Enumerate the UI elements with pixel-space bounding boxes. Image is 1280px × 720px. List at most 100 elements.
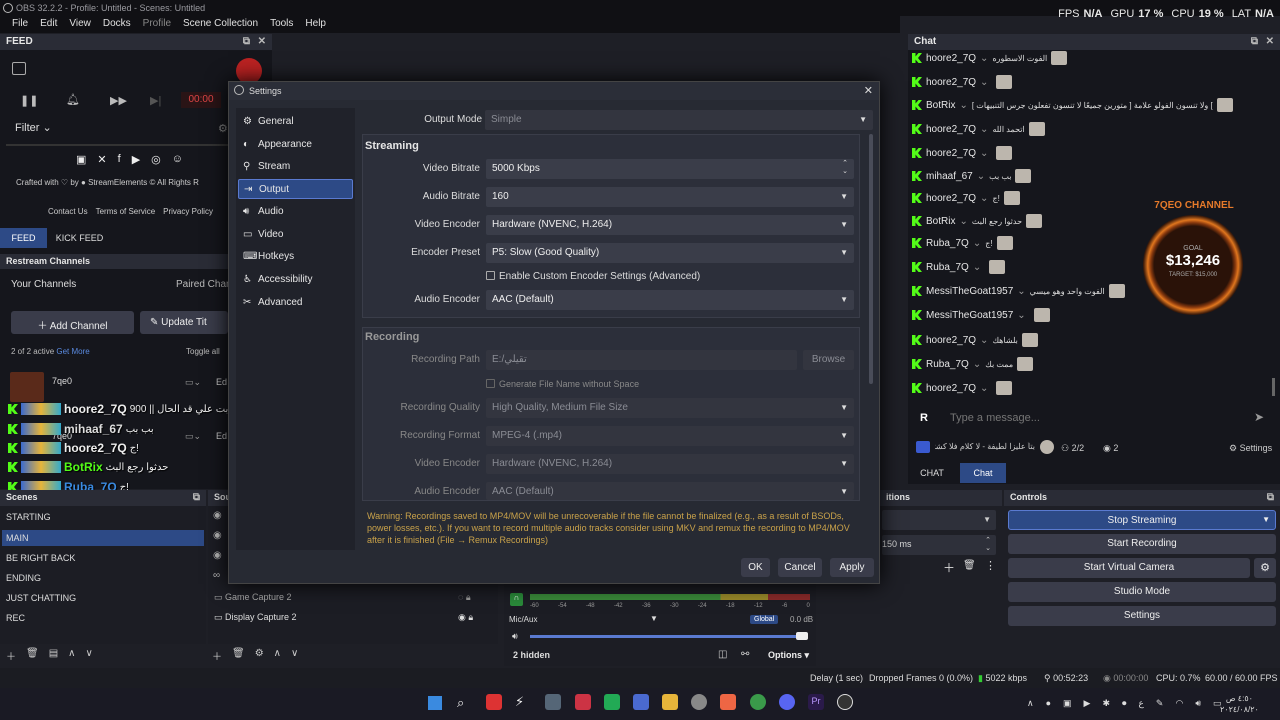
spin-icon[interactable]: ⌃ ⌄ [842,160,848,176]
studio-mode-button[interactable]: Studio Mode [1008,582,1276,602]
menu-scene-collection[interactable]: Scene Collection [177,16,264,33]
source-item[interactable]: ▭ Game Capture 2 [214,592,292,603]
instagram-icon[interactable]: ◎ [151,153,161,166]
scene-item[interactable]: ENDING [6,573,41,583]
nav-stream[interactable]: ⚲ Stream [238,157,353,177]
nav-appearance[interactable]: ◐ Appearance [238,135,353,155]
filter-icon[interactable]: ▤ [49,648,58,663]
nav-general[interactable]: ⚙ General [238,112,353,132]
audio-encoder-select[interactable]: AAC (Default) ▼ [486,290,854,310]
gear-icon[interactable]: ⚙ [1254,558,1276,578]
nav-video[interactable]: ▭ Video [238,225,353,245]
privacy-link[interactable]: Privacy Policy [163,207,213,216]
up-icon[interactable]: ∧ [274,648,281,663]
chat-username[interactable]: hoore2_7Q [926,383,976,394]
audio-bitrate-select[interactable]: 160 ▼ [486,187,854,207]
scene-item[interactable]: BE RIGHT BACK [6,553,75,563]
filter-dropdown[interactable]: Filter ⌄ [15,121,52,134]
twitch-icon[interactable]: ▣ [76,153,86,166]
add-icon[interactable]: ＋ [6,648,16,663]
menu-profile[interactable]: Profile [137,16,177,33]
app-icon[interactable] [486,694,502,710]
spin-icon[interactable]: ⌃ ⌄ [985,536,991,552]
nav-hotkeys[interactable]: ⌨ Hotkeys [238,247,353,267]
search-icon[interactable]: ⌕ [457,695,464,711]
video-bitrate-spinbox[interactable]: 5000 Kbps ⌃ ⌄ [486,159,854,179]
chevron-down-icon[interactable]: ⌄ [973,262,981,273]
chat-username[interactable]: Ruba_7Q [926,238,969,249]
chevron-down-icon[interactable]: ⌄ [973,359,981,370]
add-icon[interactable]: ＋ [212,648,222,663]
down-icon[interactable]: ∨ [85,648,92,663]
close-icon[interactable]: ✕ [258,36,266,47]
tray-app-icon[interactable]: ✱ [1102,698,1110,709]
menu-view[interactable]: View [63,16,97,33]
lang-indicator[interactable]: ع [1139,698,1144,709]
chevron-down-icon[interactable]: ⌄ [1017,310,1025,321]
chevron-down-icon[interactable]: ⌄ [973,238,981,249]
float-icon[interactable]: ⧉ [1267,492,1274,503]
chevron-up-icon[interactable]: ∧ [1027,698,1034,709]
chevron-down-icon[interactable]: ⌄ [980,53,988,64]
scrollbar[interactable] [869,134,873,384]
x-icon[interactable]: ✕ [97,153,106,166]
obs-icon[interactable] [837,694,853,710]
app-icon[interactable] [691,694,707,710]
chat-username[interactable]: hoore2_7Q [926,193,976,204]
clock[interactable]: ٤:٥٠ ص ٢٠٢٤/٠٨/٢٠ [1220,693,1259,715]
trash-icon[interactable]: 🗑︎ [963,560,976,571]
gen-filename-checkbox[interactable] [486,379,495,388]
volume-slider[interactable] [530,635,802,638]
chevron-down-icon[interactable]: ⌄ [977,171,985,182]
layout-icon[interactable]: ◫ [718,649,727,660]
nav-advanced[interactable]: ✂ Advanced [238,293,353,313]
chat-toggle-icon[interactable]: ▭⌄ [185,377,201,388]
facebook-icon[interactable]: f [118,153,121,166]
add-icon[interactable]: ＋ [943,559,955,576]
chevron-down-icon[interactable]: ⌄ [959,216,967,227]
hidden-count[interactable]: 2 hidden [513,650,550,660]
bell-icon[interactable]: 🔔︎ [66,93,80,106]
app-icon[interactable] [575,694,591,710]
volume-icon[interactable]: 🔊︎ [1195,698,1201,709]
rec-audio-encoder-select[interactable]: AAC (Default) ▼ [486,482,854,500]
toggle-all[interactable]: Toggle all [186,347,220,356]
volume-slider-handle[interactable] [796,632,808,640]
chevron-down-icon[interactable]: ⌄ [980,383,988,394]
chevron-down-icon[interactable]: ⌄ [959,100,967,111]
update-title-button[interactable]: ✎ Update Tit [140,311,228,334]
pause-icon[interactable]: ❚❚ [20,94,38,107]
terms-link[interactable]: Terms of Service [96,207,156,216]
add-channel-button[interactable]: ＋ Add Channel [11,311,134,334]
menu-edit[interactable]: Edit [34,16,63,33]
chat-username[interactable]: MessiTheGoat1957 [926,310,1013,321]
chat-username[interactable]: hoore2_7Q [926,77,976,88]
custom-encoder-checkbox[interactable] [486,271,495,280]
rec-quality-select[interactable]: High Quality, Medium File Size ▼ [486,398,854,418]
stop-streaming-button[interactable]: Stop Streaming ▼ [1008,510,1276,530]
chevron-down-icon[interactable]: ⌄ [980,335,988,346]
tab-chat-upper[interactable]: CHAT [908,463,956,483]
edit-button[interactable]: Ed [216,431,227,441]
float-icon[interactable]: ⧉ [193,492,200,503]
visibility-icon[interactable]: ◌ 🔒︎ [458,592,471,603]
tray-app-icon[interactable]: ● [1046,698,1051,709]
chat-username[interactable]: hoore2_7Q [926,53,976,64]
tab-kick-feed[interactable]: KICK FEED [52,228,107,248]
premiere-icon[interactable]: Pr [808,694,824,710]
visibility-icon[interactable]: ◉ 🔒︎ [458,612,473,623]
start-recording-button[interactable]: Start Recording [1008,534,1276,554]
tray-app-icon[interactable]: ▣ [1063,698,1072,709]
sidebar-toggle-icon[interactable] [12,62,26,75]
brave-icon[interactable] [720,694,736,710]
trash-icon[interactable]: 🗑︎ [26,648,39,663]
nav-accessibility[interactable]: ♿︎ Accessibility [238,270,353,290]
close-icon[interactable]: ✕ [864,84,873,97]
close-icon[interactable]: ✕ [1266,36,1274,47]
discord-icon[interactable]: ☺ [172,153,183,166]
menu-help[interactable]: Help [299,16,332,33]
edit-button[interactable]: Ed [216,377,227,387]
link-icon[interactable]: ⚯ [741,649,749,660]
chevron-down-icon[interactable]: ⌄ [980,124,988,135]
browse-button[interactable]: Browse [803,350,854,370]
